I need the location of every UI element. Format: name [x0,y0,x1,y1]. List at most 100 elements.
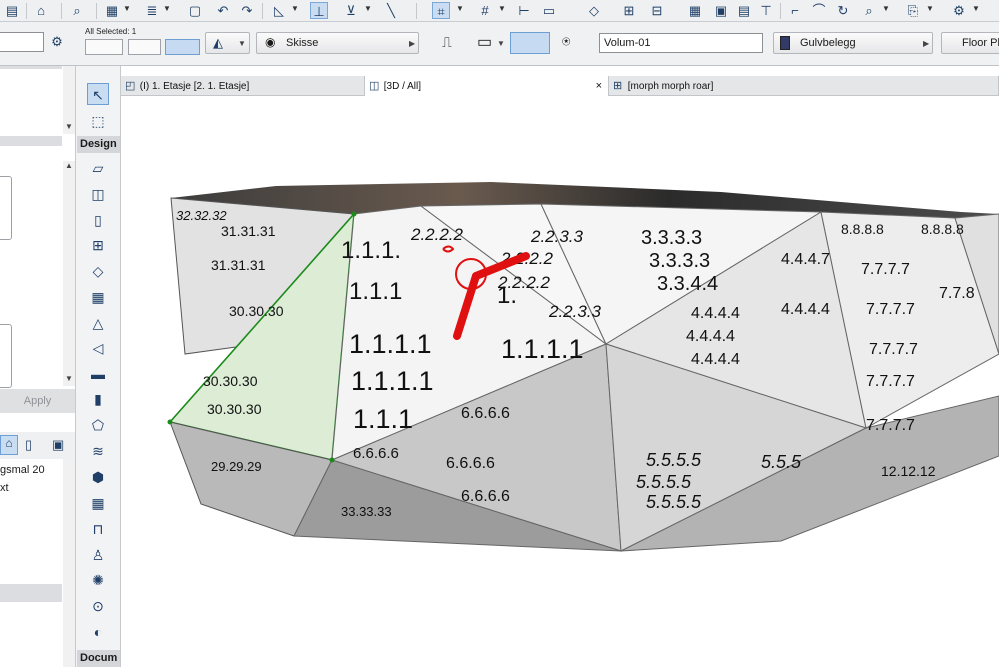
texture-label: 5.5.5 [761,452,802,472]
property-card[interactable] [0,176,12,240]
chevron-down-icon[interactable]: ▼ [364,4,372,13]
elevation-icon[interactable]: ⊞ [620,2,638,19]
fill-tool-icon[interactable]: ◐ [87,621,109,643]
line-icon[interactable]: ╲ [382,2,400,19]
lock-icon[interactable]: ◇ [585,2,603,19]
rectangle-icon[interactable]: ▭ [477,32,492,52]
paste-icon[interactable]: ▢ [186,2,204,19]
furniture-tool-icon[interactable]: ♙ [87,544,109,566]
marquee-select-button[interactable] [85,39,123,55]
id-field[interactable]: Volum-01 [599,33,763,53]
favorite-icon[interactable]: ⌂ [0,435,18,455]
railing-tool-icon[interactable]: ⊓ [87,518,109,540]
favorite-item-text[interactable]: xt [0,482,9,494]
chevron-down-icon[interactable]: ▼ [65,122,73,131]
scrollbar[interactable] [63,459,75,667]
geometry-method-button[interactable]: ◭ ▼ [205,32,250,54]
corner-icon[interactable]: ⌐ [786,2,804,19]
publish-icon[interactable]: ⊤ [757,2,775,19]
transform-icon[interactable]: ⍟ [562,33,570,50]
shell-tool-icon[interactable]: ◁ [87,337,109,359]
favorite-icon[interactable]: ▯ [25,437,32,453]
chevron-down-icon[interactable]: ▼ [123,4,131,13]
mesh-tool-icon[interactable]: ≋ [87,440,109,462]
section-icon[interactable]: ⊟ [648,2,666,19]
zoom-icon[interactable]: ⌕ [860,2,878,19]
slab-tool-icon[interactable]: ◇ [87,260,109,282]
tab-3d[interactable]: ◫ [3D / All] × [365,76,609,96]
box-shape-button[interactable] [510,32,550,54]
chevron-down-icon[interactable]: ▼ [882,4,890,13]
selection-node[interactable] [329,457,335,463]
chevron-down-icon[interactable]: ▼ [65,374,73,383]
lamp-tool-icon[interactable]: ✺ [87,569,109,591]
tab-floor-plan[interactable]: ◰ (I) 1. Etasje [2. 1. Etasje] [121,76,365,96]
settings-icon[interactable]: ⚙ [950,2,968,19]
material-dropdown[interactable]: Gulvbelegg ▶ [773,32,933,54]
snap-guide-icon[interactable]: ⊥ [310,2,328,19]
beam-tool-icon[interactable]: ▬ [87,363,109,385]
gear-icon[interactable]: ⚙ [48,33,66,50]
chevron-down-icon[interactable]: ▼ [972,4,980,13]
arrow-tool-icon[interactable]: ↖ [87,83,109,105]
layers-icon[interactable]: ▦ [103,2,121,19]
redo-icon[interactable]: ↷ [238,2,256,19]
favorite-icon[interactable]: ▣ [52,437,64,453]
favorite-item-text[interactable]: gsmal 20 [0,464,45,476]
grid-snap-icon[interactable]: # [476,2,494,19]
chevron-down-icon[interactable]: ▼ [456,4,464,13]
chevron-up-icon[interactable]: ▲ [65,161,73,170]
texture-label: 4.4.4.4 [781,301,830,318]
chevron-down-icon[interactable]: ▼ [498,4,506,13]
trace-icon[interactable]: ⊻ [342,2,360,19]
curtain-wall-tool-icon[interactable]: ▦ [87,492,109,514]
xy-coordinates-icon[interactable]: ⌗ [432,2,450,19]
morph-tool-icon[interactable]: ⬢ [87,466,109,488]
search-input[interactable] [0,32,44,52]
selection-node[interactable] [167,419,173,425]
find-select-icon[interactable]: ⌕ [68,2,86,19]
morph-model[interactable]: 1.1.1. 1.1.1 1. 1.1.1.1 1.1.1.1 1.1.1.1 … [121,96,999,667]
export-icon[interactable]: ⎘ [904,2,922,19]
wall-tool-icon[interactable]: ▱ [87,157,109,179]
step-line-icon[interactable]: ⎍ [442,34,452,51]
marquee-tool-icon[interactable]: ⬚ [87,110,109,132]
structure-dropdown[interactable]: ◉ Skisse ▶ [256,32,419,54]
floor-plan-button[interactable]: Floor Pl [941,32,999,54]
stack-icon[interactable]: ≣ [143,2,161,19]
chevron-down-icon[interactable]: ▼ [291,4,299,13]
camera-tool-icon[interactable]: ⊙ [87,595,109,617]
object-tool-icon[interactable]: ▮ [87,388,109,410]
roof-tool-icon[interactable]: △ [87,312,109,334]
marquee-options-button[interactable] [128,39,161,55]
scrollbar[interactable] [63,161,75,386]
chevron-down-icon[interactable]: ▼ [163,4,171,13]
chevron-down-icon[interactable]: ▼ [926,4,934,13]
align-icon[interactable]: ⊢ [515,2,533,19]
door-tool-icon[interactable]: ▯ [87,209,109,231]
layout-icon[interactable]: ▤ [735,2,753,19]
3d-viewport[interactable]: 1.1.1. 1.1.1 1. 1.1.1.1 1.1.1.1 1.1.1.1 … [121,96,999,667]
panel-top-band [0,66,62,69]
toolbar-icon-2[interactable]: ⌂ [32,2,50,19]
tab-morph[interactable]: ⊞ [morph morph roar] [609,76,999,96]
group-icon[interactable]: ▭ [540,2,558,19]
window-tool-icon[interactable]: ⊞ [87,234,109,256]
undo-icon[interactable]: ↶ [214,2,232,19]
toolbar-separator [61,3,62,19]
stair-tool-icon[interactable]: ▦ [87,286,109,308]
apply-button[interactable]: Apply [0,389,75,413]
orbit-icon[interactable]: ↻ [834,2,852,19]
column-tool-icon[interactable]: ◫ [87,183,109,205]
zone-tool-icon[interactable]: ⬠ [87,414,109,436]
toolbar-icon-1[interactable]: ▤ [3,2,21,19]
ruler-icon[interactable]: ◺ [270,2,288,19]
arc-icon[interactable]: ⌒ [810,2,828,19]
3d-view-icon[interactable]: ▣ [712,2,730,19]
selection-node[interactable] [351,211,357,217]
close-icon[interactable]: × [596,76,602,96]
chevron-down-icon[interactable]: ▼ [497,39,505,48]
property-card[interactable] [0,324,12,388]
plan-view-icon[interactable]: ▦ [686,2,704,19]
morph-mode-button[interactable] [165,39,200,55]
